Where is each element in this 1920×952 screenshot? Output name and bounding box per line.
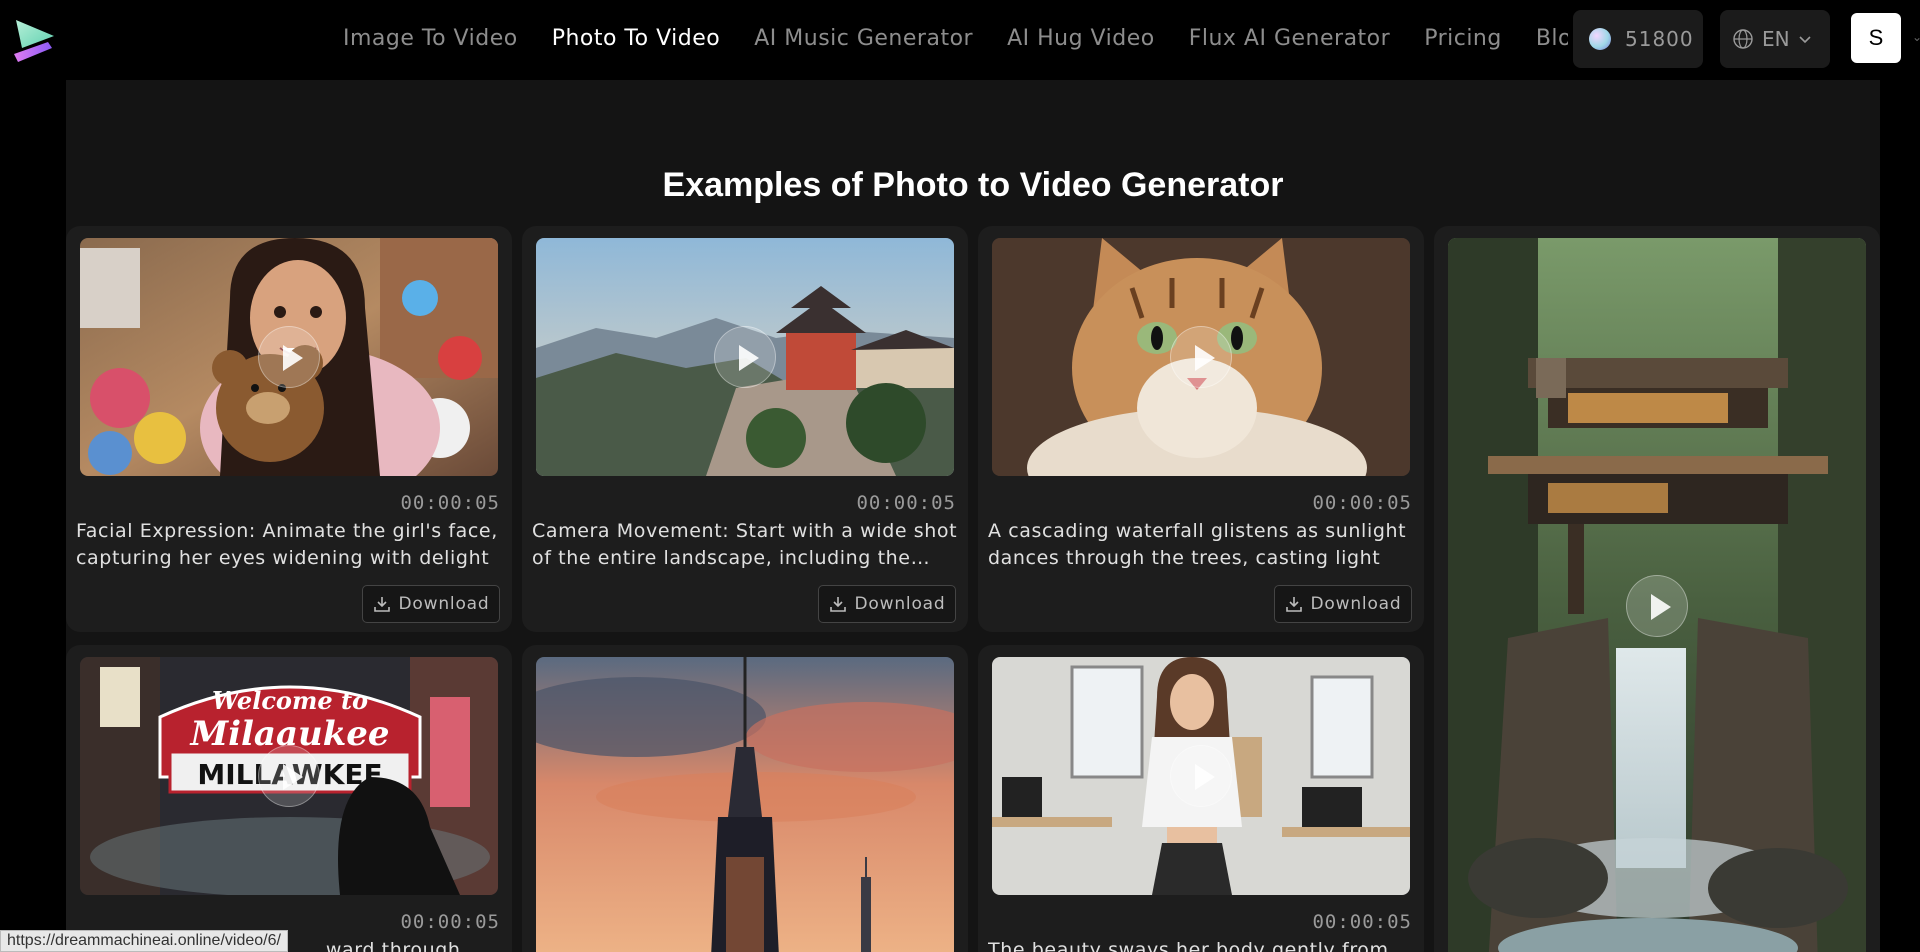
nav-link-ai-music-generator[interactable]: AI Music Generator <box>754 22 973 56</box>
language-selector[interactable]: EN <box>1720 10 1830 68</box>
nav-link-pricing[interactable]: Pricing <box>1424 22 1502 56</box>
example-card[interactable]: 00:00:05 Facial Expression: Animate the … <box>66 226 512 632</box>
nav-links-viewport: Image To Video Photo To Video AI Music G… <box>0 0 1568 78</box>
video-duration: 00:00:05 <box>1312 492 1412 514</box>
video-duration: 00:00:05 <box>400 492 500 514</box>
credits-count: 51800 <box>1625 27 1694 51</box>
video-description: A cascading waterfall glistens as sunlig… <box>988 520 1407 569</box>
video-thumbnail[interactable] <box>992 657 1410 895</box>
globe-icon <box>1733 29 1753 49</box>
video-duration: 00:00:05 <box>400 911 500 933</box>
example-card[interactable]: 00:00:05 The beauty sways her body gentl… <box>978 645 1424 952</box>
download-icon <box>1285 597 1302 612</box>
play-icon[interactable] <box>714 326 776 388</box>
play-icon[interactable] <box>1170 745 1232 807</box>
top-nav: Image To Video Photo To Video AI Music G… <box>0 0 1920 78</box>
nav-link-ai-hug-video[interactable]: AI Hug Video <box>1007 22 1155 56</box>
avatar-chevron-icon[interactable]: ⌄ <box>1912 30 1920 44</box>
video-thumbnail[interactable] <box>536 238 954 476</box>
video-thumbnail[interactable] <box>1448 238 1866 952</box>
nav-link-blog[interactable]: Blog <box>1536 22 1568 56</box>
user-avatar[interactable]: S <box>1851 13 1901 63</box>
download-icon <box>373 597 390 612</box>
video-description: Camera Movement: Start with a wide shot … <box>532 520 958 569</box>
video-thumbnail[interactable]: Welcome to Milaaukee MILLAWKEE <box>80 657 498 895</box>
section-title: Examples of Photo to Video Generator <box>662 166 1284 204</box>
example-card[interactable]: Welcome to Milaaukee MILLAWKEE 00:00:05 … <box>66 645 512 952</box>
video-duration: 00:00:05 <box>856 492 956 514</box>
credit-coin-icon <box>1589 28 1611 50</box>
download-button[interactable]: Download <box>362 585 500 623</box>
nav-links: Image To Video Photo To Video AI Music G… <box>343 22 1568 56</box>
download-label: Download <box>854 594 946 614</box>
play-icon[interactable] <box>258 745 320 807</box>
video-thumbnail[interactable] <box>80 238 498 476</box>
video-description: The beauty sways her body gently from si… <box>988 939 1389 952</box>
language-label: EN <box>1762 27 1790 51</box>
example-card[interactable] <box>1434 226 1880 952</box>
examples-section: Examples of Photo to Video Generator 00:… <box>66 80 1880 952</box>
play-icon[interactable] <box>258 326 320 388</box>
video-duration: 00:00:05 <box>1312 911 1412 933</box>
example-card[interactable] <box>522 645 968 952</box>
download-icon <box>829 597 846 612</box>
play-icon[interactable] <box>1626 575 1688 637</box>
status-bar-url: https://dreammachineai.online/video/6/ <box>0 930 288 952</box>
video-description: Facial Expression: Animate the girl's fa… <box>76 520 498 569</box>
video-thumbnail[interactable] <box>992 238 1410 476</box>
download-label: Download <box>1310 594 1402 614</box>
skyscraper-sunset-image <box>536 657 954 952</box>
nav-link-image-to-video[interactable]: Image To Video <box>343 22 518 56</box>
download-label: Download <box>398 594 490 614</box>
nav-link-flux-ai-generator[interactable]: Flux AI Generator <box>1189 22 1390 56</box>
download-button[interactable]: Download <box>818 585 956 623</box>
nav-link-photo-to-video[interactable]: Photo To Video <box>552 22 721 56</box>
example-card[interactable]: 00:00:05 A cascading waterfall glistens … <box>978 226 1424 632</box>
play-icon[interactable] <box>1170 326 1232 388</box>
video-description: ...ward through <box>306 939 461 952</box>
credits-badge[interactable]: 51800 <box>1573 10 1703 68</box>
chevron-down-icon <box>1799 36 1811 44</box>
logo-icon[interactable] <box>12 18 58 62</box>
example-card[interactable]: 00:00:05 Camera Movement: Start with a w… <box>522 226 968 632</box>
video-thumbnail[interactable] <box>536 657 954 952</box>
sign-text-welcome: Welcome to <box>212 686 368 715</box>
download-button[interactable]: Download <box>1274 585 1412 623</box>
